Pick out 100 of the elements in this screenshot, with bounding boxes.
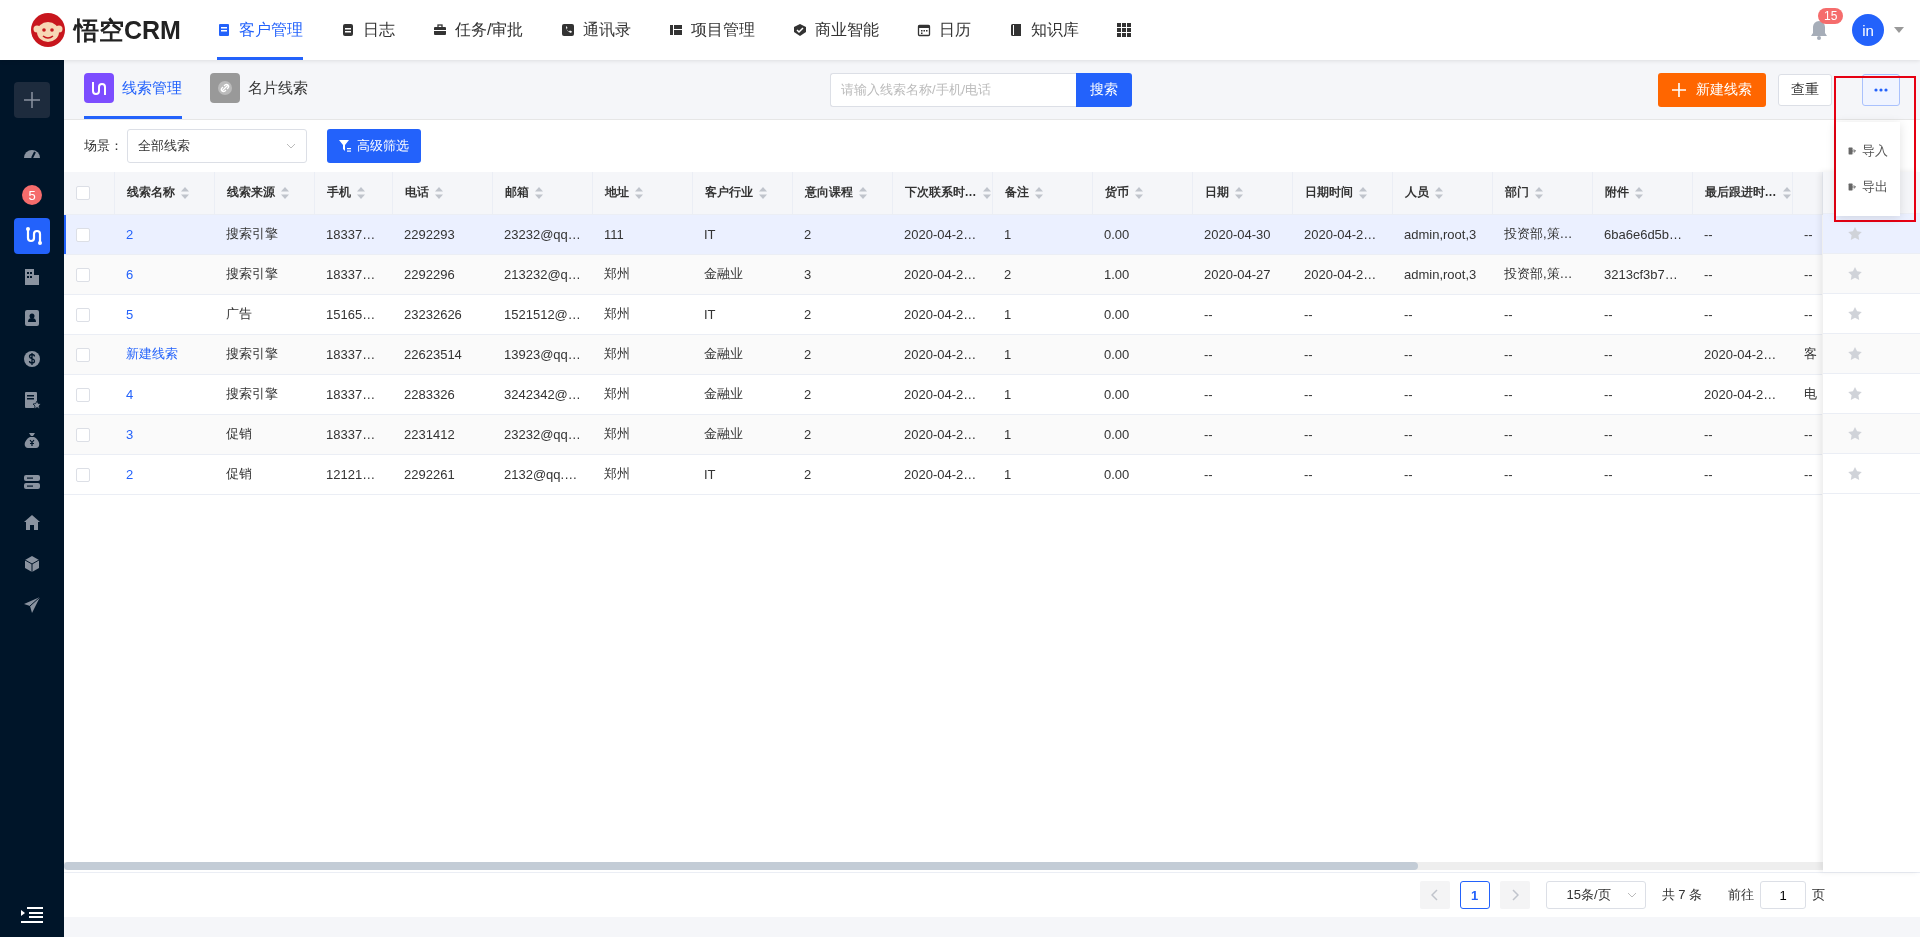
table-cell: 1521512@… (504, 306, 581, 322)
table-row[interactable]: 3 促销 18337… 2231412 23232@qq… 郑州 金融业 2 2020-04-2… 1 0.00 -- -- -- -- -- -- -- (64, 414, 1822, 454)
star-icon[interactable] (1847, 425, 1863, 442)
lead-name-link[interactable]: 新建线索 (126, 346, 178, 361)
total-count: 共 7 条 (1661, 886, 1702, 904)
table-cell: 0.00 (1104, 226, 1130, 242)
sort-icon (356, 186, 365, 199)
row-checkbox[interactable] (76, 307, 90, 322)
next-page-button[interactable] (1499, 881, 1530, 909)
table-cell: 2 (804, 306, 812, 322)
document-icon (216, 23, 231, 37)
sort-icon (1534, 186, 1543, 199)
sort-icon (982, 186, 991, 199)
table-cell: -- (1604, 306, 1613, 322)
nav-tab[interactable]: 项目管理 (669, 0, 756, 60)
goto-label: 前往 (1728, 886, 1754, 904)
star-icon[interactable] (1847, 305, 1863, 322)
table-cell: 22623514 (404, 346, 462, 362)
goto-page-field[interactable]: 1 (1760, 881, 1806, 909)
contact-card-icon (22, 308, 42, 328)
table-cell: -- (1204, 386, 1213, 402)
column-header: 人员 (1404, 184, 1429, 202)
table-row[interactable]: 新建线索 搜索引擎 18337… 22623514 13923@qq… 郑州 金融业 2 2020-04-2… 1 0.00 -- -- -- -- -- 2020-04-2… 客 (64, 334, 1822, 374)
star-icon[interactable] (1847, 385, 1863, 402)
table-cell: -- (1704, 226, 1713, 242)
table-cell: 2132@qq.… (504, 466, 578, 482)
scene-select[interactable]: 全部线索 (127, 129, 307, 163)
route-icon (90, 79, 108, 97)
search-button[interactable]: 搜索 (1076, 72, 1132, 107)
row-checkbox[interactable] (76, 267, 90, 282)
lead-name-link[interactable]: 5 (126, 306, 134, 322)
collapse-button[interactable] (21, 907, 43, 923)
table-cell: 15165… (326, 306, 376, 322)
grid-icon (1117, 23, 1132, 37)
row-checkbox[interactable] (76, 227, 90, 242)
advanced-filter-button[interactable]: 高级筛选 (327, 129, 421, 163)
add-button[interactable] (14, 82, 50, 118)
lead-name-link[interactable]: 2 (126, 466, 134, 482)
nav-tab[interactable]: 日志 (340, 0, 395, 60)
table-cell: IT (704, 306, 716, 322)
table-cell: 18337… (326, 386, 376, 402)
row-checkbox[interactable] (76, 427, 90, 442)
lead-name-link[interactable]: 4 (126, 386, 134, 402)
nav-tab[interactable]: 日历 (917, 0, 972, 60)
select-all-checkbox[interactable] (76, 186, 90, 201)
nav-tab[interactable]: 商业智能 (793, 0, 880, 60)
column-header: 日期 (1204, 184, 1229, 202)
page-button[interactable]: 1 (1459, 881, 1490, 909)
sort-icon (1634, 186, 1643, 199)
column-header: 备注 (1004, 184, 1029, 202)
sidebar-item[interactable] (14, 218, 50, 254)
table-cell: 1 (1004, 426, 1012, 442)
scrollbar[interactable] (64, 862, 1823, 870)
table-cell: -- (1204, 466, 1213, 482)
shield-icon (793, 23, 808, 37)
table-cell: 18337… (326, 266, 376, 282)
table-cell: -- (1304, 466, 1313, 482)
table-cell: 0.00 (1104, 346, 1130, 362)
table-cell: 2020-04-2… (1704, 346, 1777, 362)
table-cell: 广告 (226, 306, 252, 321)
nav-tab[interactable]: 通讯录 (561, 0, 632, 60)
dedupe-button[interactable]: 查重 (1778, 73, 1832, 106)
star-icon[interactable] (1847, 465, 1863, 482)
more-button[interactable] (1862, 73, 1900, 106)
menu-item[interactable]: 导出 (1836, 172, 1900, 202)
table-cell: -- (1304, 346, 1313, 362)
avatar[interactable]: in (1852, 14, 1884, 46)
table-cell: -- (1804, 426, 1813, 442)
lead-name-link[interactable]: 3 (126, 426, 134, 442)
menu-item[interactable]: 导入 (1836, 136, 1900, 166)
nav-tab[interactable]: 知识库 (1009, 0, 1080, 60)
table-row[interactable]: 6 搜索引擎 18337… 2292296 213232@q… 郑州 金融业 3 2020-04-2… 2 1.00 2020-04-27 2020-04-2… admin,root,3 投资部,策… 3213cf3b7… -- -- (64, 254, 1822, 294)
lead-name-link[interactable]: 2 (126, 226, 134, 242)
table-row[interactable]: 4 搜索引擎 18337… 2283326 3242342@… 郑州 金融业 2 2020-04-2… 1 0.00 -- -- -- -- -- 2020-04-2… 电 (64, 374, 1822, 414)
row-checkbox[interactable] (76, 347, 90, 362)
table-row[interactable]: 2 搜索引擎 18337… 2292293 23232@qq… 111 IT 2 2020-04-2… 1 0.00 2020-04-30 2020-04-2… admin,root,3 投资部,策… 6ba6e6d5b… -- -- (64, 214, 1822, 254)
search-field[interactable]: 请输入线索名称/手机/电话 (830, 72, 1076, 107)
lead-name-link[interactable]: 6 (126, 266, 134, 282)
table-cell: 金融业 (704, 386, 743, 401)
row-checkbox[interactable] (76, 467, 90, 482)
table-cell: 1 (1004, 346, 1012, 362)
table-cell: 2 (804, 346, 812, 362)
star-icon[interactable] (1847, 225, 1863, 242)
table-cell: 2292296 (404, 266, 455, 282)
table-row[interactable]: 2 促销 12121… 2292261 2132@qq.… 郑州 IT 2 2020-04-2… 1 0.00 -- -- -- -- -- -- -- (64, 454, 1822, 494)
page-size-select[interactable]: 15条/页 (1545, 881, 1646, 909)
menu-icon (21, 907, 43, 923)
nav-tab[interactable]: 任务/审批 (432, 0, 524, 60)
page-suffix: 页 (1812, 886, 1825, 904)
table-row[interactable]: 5 广告 15165… 23232626 1521512@… 郑州 IT 2 2020-04-2… 1 0.00 -- -- -- -- -- -- -- (64, 294, 1822, 334)
star-icon[interactable] (1847, 265, 1863, 282)
table-cell: 电 (1804, 386, 1817, 401)
star-icon[interactable] (1847, 345, 1863, 362)
prev-page-button[interactable] (1419, 881, 1450, 909)
column-header: 意向课程 (804, 184, 853, 202)
plus-icon (1672, 82, 1686, 97)
table-cell: 2 (804, 466, 812, 482)
row-checkbox[interactable] (76, 387, 90, 402)
chevron-left-icon (1430, 889, 1439, 901)
tab[interactable]: 名片线索 (210, 60, 308, 119)
